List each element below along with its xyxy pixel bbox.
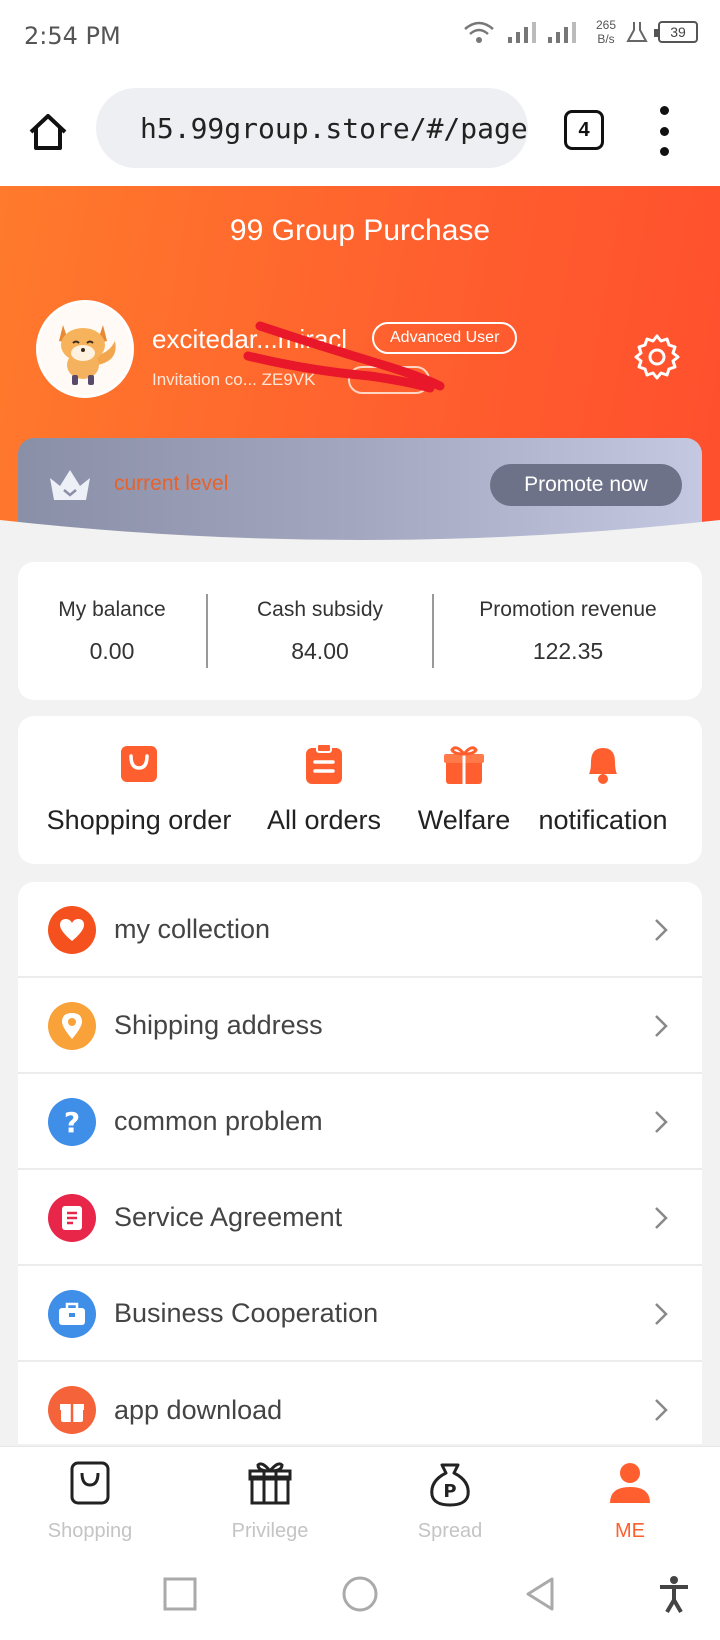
- back-triangle-icon[interactable]: [520, 1574, 560, 1614]
- bag-icon: [121, 746, 157, 782]
- quick-actions: Shopping order All orders Welfare notifi…: [18, 716, 702, 864]
- menu-item-business-cooperation[interactable]: Business Cooperation: [18, 1266, 702, 1362]
- bottom-tab-bar: Shopping Privilege P Spread ME: [0, 1446, 720, 1546]
- crown-icon: [50, 470, 90, 500]
- net-speed: 265 B/s: [596, 18, 616, 46]
- url-text: h5.99group.store/#/pages: [140, 111, 528, 145]
- menu-item-shipping-address[interactable]: Shipping address: [18, 978, 702, 1074]
- quick-action-label: notification: [538, 805, 668, 835]
- home-circle-icon[interactable]: [340, 1574, 380, 1614]
- net-speed-unit: B/s: [597, 32, 615, 46]
- menu-item-label: Shipping address: [114, 1009, 323, 1040]
- stat-value: 122.35: [532, 637, 604, 664]
- stat-my-balance[interactable]: My balance 0.00: [18, 598, 206, 665]
- chevron-right-icon: [655, 1303, 668, 1325]
- balance-stats: My balance 0.00 Cash subsidy 84.00 Promo…: [18, 562, 702, 700]
- gift-icon: [48, 1386, 96, 1434]
- notification-button[interactable]: notification: [528, 742, 678, 836]
- tab-count: 4: [578, 118, 590, 141]
- address-bar[interactable]: h5.99group.store/#/pages: [96, 88, 528, 168]
- gift-icon: [444, 746, 484, 784]
- menu-item-label: app download: [114, 1394, 283, 1425]
- tab-switcher-button[interactable]: 4: [564, 110, 604, 150]
- heart-icon: [48, 906, 96, 954]
- tab-label: Shopping: [47, 1520, 133, 1542]
- menu-item-common-problem[interactable]: ? common problem: [18, 1074, 702, 1170]
- tab-privilege[interactable]: Privilege: [200, 1459, 340, 1543]
- recent-apps-icon[interactable]: [160, 1574, 200, 1614]
- document-icon: [48, 1194, 96, 1242]
- clipboard-icon: [306, 743, 342, 784]
- question-icon: ?: [48, 1098, 96, 1146]
- header-curve: [0, 520, 720, 560]
- settings-button[interactable]: [632, 332, 682, 382]
- location-icon: [48, 1002, 96, 1050]
- chevron-right-icon: [655, 919, 668, 941]
- wifi-icon: [464, 21, 494, 43]
- browser-menu-button[interactable]: [654, 106, 674, 156]
- flask-icon: [626, 22, 648, 42]
- menu-item-my-collection[interactable]: my collection: [18, 882, 702, 978]
- shopping-order-button[interactable]: Shopping order: [46, 742, 232, 836]
- stat-label: Cash subsidy: [256, 597, 384, 621]
- quick-action-label: Shopping order: [46, 805, 232, 835]
- quick-action-label: All orders: [266, 805, 382, 835]
- stat-value: 0.00: [89, 637, 135, 664]
- page-title: 99 Group Purchase: [229, 214, 491, 247]
- redaction-scribble: [243, 321, 445, 393]
- signal-icon: [507, 22, 576, 43]
- shopping-bag-icon: [70, 1461, 110, 1505]
- status-bar: 2:54 PM 265 B/s 39: [0, 0, 720, 76]
- stat-promotion-revenue[interactable]: Promotion revenue 122.35: [434, 598, 702, 665]
- status-icons: 265 B/s 39: [462, 18, 698, 46]
- svg-text:P: P: [443, 1481, 456, 1502]
- chevron-right-icon: [655, 1399, 668, 1421]
- person-icon: [610, 1463, 650, 1503]
- stat-cash-subsidy[interactable]: Cash subsidy 84.00: [208, 598, 432, 665]
- chevron-right-icon: [655, 1207, 668, 1229]
- money-bag-icon: P: [430, 1463, 470, 1507]
- menu-item-service-agreement[interactable]: Service Agreement: [18, 1170, 702, 1266]
- tab-spread[interactable]: P Spread: [380, 1459, 520, 1543]
- browser-toolbar: h5.99group.store/#/pages 4: [0, 76, 720, 186]
- battery-level: 39: [670, 24, 686, 40]
- briefcase-icon: [48, 1290, 96, 1338]
- all-orders-button[interactable]: All orders: [250, 742, 398, 836]
- stat-label: My balance: [58, 597, 166, 621]
- chevron-right-icon: [655, 1111, 668, 1133]
- fox-avatar-icon: [39, 303, 131, 395]
- tab-shopping[interactable]: Shopping: [20, 1459, 160, 1543]
- tab-me[interactable]: ME: [560, 1459, 700, 1543]
- system-navigation-bar: [0, 1546, 720, 1640]
- chevron-right-icon: [655, 1015, 668, 1037]
- battery-indicator: 39: [654, 21, 698, 43]
- menu-list: my collection Shipping address ? common …: [18, 882, 702, 1444]
- stat-value: 84.00: [291, 637, 349, 664]
- tab-label: ME: [615, 1520, 645, 1542]
- gear-icon: [634, 334, 680, 380]
- menu-item-label: common problem: [114, 1105, 323, 1136]
- home-button[interactable]: [22, 106, 74, 158]
- menu-item-app-download[interactable]: app download: [18, 1362, 702, 1444]
- tab-label: Privilege: [231, 1520, 309, 1542]
- menu-item-label: my collection: [114, 913, 271, 944]
- stat-label: Promotion revenue: [479, 597, 657, 621]
- menu-item-label: Service Agreement: [114, 1201, 343, 1232]
- welfare-button[interactable]: Welfare: [400, 742, 528, 836]
- net-speed-value: 265: [595, 18, 616, 32]
- menu-item-label: Business Cooperation: [114, 1297, 379, 1328]
- home-icon: [29, 114, 67, 150]
- status-time: 2:54 PM: [24, 22, 121, 50]
- bell-icon: [589, 748, 617, 784]
- current-level-label: current level: [114, 472, 229, 495]
- gift-box-icon: [248, 1462, 292, 1505]
- avatar[interactable]: [36, 300, 134, 398]
- quick-action-label: Welfare: [417, 805, 511, 835]
- accessibility-icon[interactable]: [654, 1574, 694, 1614]
- tab-label: Spread: [417, 1520, 483, 1542]
